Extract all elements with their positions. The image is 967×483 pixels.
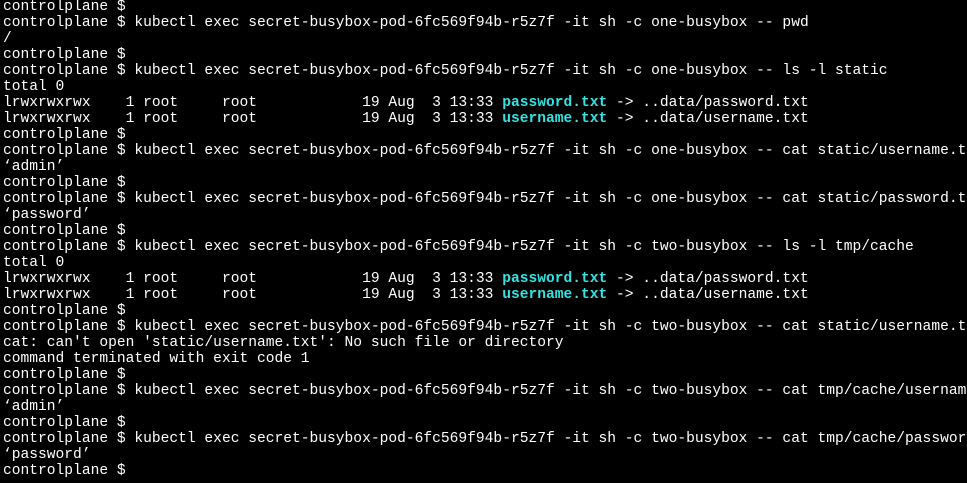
terminal-line: controlplane $ [3, 127, 967, 143]
terminal-text: ‘password’ [3, 447, 91, 463]
terminal-line: controlplane $ [3, 303, 967, 319]
terminal-text: ‘admin’ [3, 399, 65, 415]
terminal-text: controlplane $ kubectl exec secret-busyb… [3, 15, 809, 31]
symlink-name: password.txt [502, 271, 608, 287]
terminal-text: controlplane $ kubectl exec secret-busyb… [3, 239, 914, 255]
terminal-line: ‘password’ [3, 447, 967, 463]
terminal-text: -> ..data/password.txt [607, 271, 809, 287]
terminal-line: controlplane $ [3, 47, 967, 63]
terminal-text: lrwxrwxrwx 1 root root 19 Aug 3 13:33 [3, 287, 503, 303]
symlink-name: username.txt [502, 111, 608, 127]
terminal-text: controlplane $ kubectl exec secret-busyb… [3, 191, 967, 207]
terminal-text: controlplane $ kubectl exec secret-busyb… [3, 383, 967, 399]
terminal-output: controlplane $ controlplane $ kubectl ex… [3, 0, 967, 479]
terminal-text: controlplane $ kubectl exec secret-busyb… [3, 63, 888, 79]
terminal-window[interactable]: controlplane $ controlplane $ kubectl ex… [0, 0, 967, 483]
terminal-text: controlplane $ kubectl exec secret-busyb… [3, 431, 967, 447]
terminal-text: lrwxrwxrwx 1 root root 19 Aug 3 13:33 [3, 271, 503, 287]
terminal-text: total 0 [3, 79, 65, 95]
terminal-text: / [3, 31, 12, 47]
terminal-text: -> ..data/username.txt [607, 111, 809, 127]
terminal-text: total 0 [3, 255, 65, 271]
terminal-text: command terminated with exit code 1 [3, 351, 310, 367]
terminal-text: controlplane $ [3, 47, 135, 63]
terminal-text: controlplane $ [3, 367, 135, 383]
terminal-line: controlplane $ kubectl exec secret-busyb… [3, 319, 967, 335]
terminal-line: controlplane $ [3, 175, 967, 191]
terminal-text: controlplane $ kubectl exec secret-busyb… [3, 143, 967, 159]
terminal-text: lrwxrwxrwx 1 root root 19 Aug 3 13:33 [3, 95, 503, 111]
terminal-text: ‘admin’ [3, 159, 65, 175]
terminal-line: / [3, 31, 967, 47]
terminal-text: controlplane $ [3, 303, 135, 319]
terminal-line: controlplane $ kubectl exec secret-busyb… [3, 191, 967, 207]
terminal-text: controlplane $ [3, 127, 135, 143]
terminal-line: controlplane $ kubectl exec secret-busyb… [3, 63, 967, 79]
terminal-line: lrwxrwxrwx 1 root root 19 Aug 3 13:33 us… [3, 287, 967, 303]
terminal-text: controlplane $ kubectl exec secret-busyb… [3, 319, 967, 335]
terminal-text: controlplane $ [3, 463, 135, 479]
terminal-text: -> ..data/password.txt [607, 95, 809, 111]
terminal-line: ‘password’ [3, 207, 967, 223]
terminal-line: controlplane $ kubectl exec secret-busyb… [3, 431, 967, 447]
terminal-line: controlplane $ kubectl exec secret-busyb… [3, 239, 967, 255]
terminal-text: controlplane $ [3, 175, 135, 191]
symlink-name: username.txt [502, 287, 608, 303]
terminal-text: controlplane $ [3, 223, 135, 239]
terminal-line: command terminated with exit code 1 [3, 351, 967, 367]
terminal-line: controlplane $ kubectl exec secret-busyb… [3, 383, 967, 399]
terminal-line: controlplane $ kubectl exec secret-busyb… [3, 143, 967, 159]
symlink-name: password.txt [502, 95, 608, 111]
terminal-text: cat: can't open 'static/username.txt': N… [3, 335, 564, 351]
terminal-line: ‘admin’ [3, 399, 967, 415]
terminal-line: controlplane $ [3, 463, 967, 479]
terminal-text: lrwxrwxrwx 1 root root 19 Aug 3 13:33 [3, 111, 503, 127]
terminal-line: controlplane $ [3, 0, 967, 15]
terminal-text: -> ..data/username.txt [607, 287, 809, 303]
terminal-line: lrwxrwxrwx 1 root root 19 Aug 3 13:33 pa… [3, 271, 967, 287]
terminal-line: controlplane $ [3, 223, 967, 239]
terminal-text: ‘password’ [3, 207, 91, 223]
terminal-line: controlplane $ kubectl exec secret-busyb… [3, 15, 967, 31]
terminal-line: controlplane $ [3, 415, 967, 431]
terminal-text: controlplane $ [3, 0, 135, 15]
terminal-line: lrwxrwxrwx 1 root root 19 Aug 3 13:33 us… [3, 111, 967, 127]
terminal-line: ‘admin’ [3, 159, 967, 175]
terminal-line: cat: can't open 'static/username.txt': N… [3, 335, 967, 351]
terminal-line: lrwxrwxrwx 1 root root 19 Aug 3 13:33 pa… [3, 95, 967, 111]
terminal-line: total 0 [3, 79, 967, 95]
terminal-line: controlplane $ [3, 367, 967, 383]
terminal-text: controlplane $ [3, 415, 135, 431]
terminal-line: total 0 [3, 255, 967, 271]
